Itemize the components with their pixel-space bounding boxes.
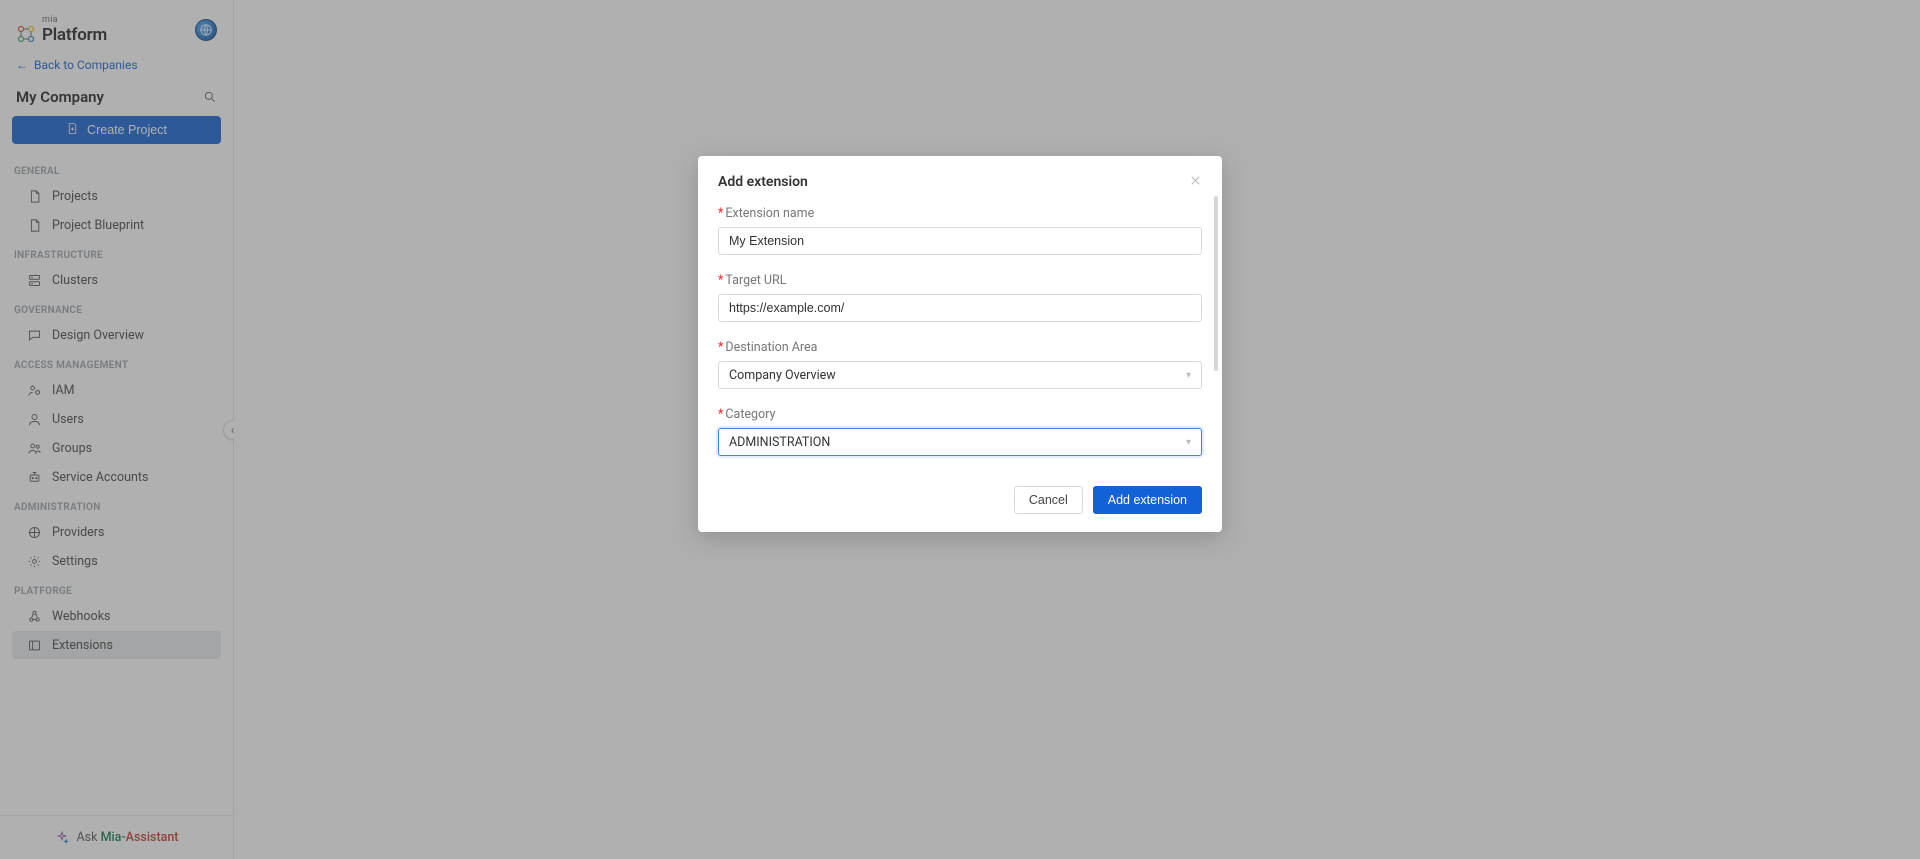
category-label: *Category: [718, 407, 1202, 422]
modal-scrollbar[interactable]: [1212, 196, 1218, 478]
category-select[interactable]: ADMINISTRATION ▾: [718, 428, 1202, 456]
modal-title: Add extension: [718, 174, 808, 190]
target-url-input[interactable]: [718, 294, 1202, 322]
close-icon[interactable]: [1189, 174, 1202, 190]
modal-body: *Extension name *Target URL *Destination…: [698, 196, 1222, 478]
extension-name-label: *Extension name: [718, 206, 1202, 221]
destination-area-select[interactable]: Company Overview ▾: [718, 361, 1202, 389]
add-extension-modal: Add extension *Extension name *Targ: [698, 156, 1222, 532]
chevron-down-icon: ▾: [1186, 370, 1191, 381]
chevron-down-icon: ▾: [1186, 437, 1191, 448]
target-url-label: *Target URL: [718, 273, 1202, 288]
destination-area-label: *Destination Area: [718, 340, 1202, 355]
modal-overlay[interactable]: Add extension *Extension name *Targ: [0, 0, 1920, 859]
modal-footer: Cancel Add extension: [698, 478, 1222, 532]
category-value: ADMINISTRATION: [729, 435, 830, 450]
extension-name-input[interactable]: [718, 227, 1202, 255]
destination-area-value: Company Overview: [729, 368, 836, 383]
modal-header: Add extension: [698, 156, 1222, 196]
cancel-button[interactable]: Cancel: [1014, 486, 1083, 514]
add-extension-button[interactable]: Add extension: [1093, 486, 1202, 514]
